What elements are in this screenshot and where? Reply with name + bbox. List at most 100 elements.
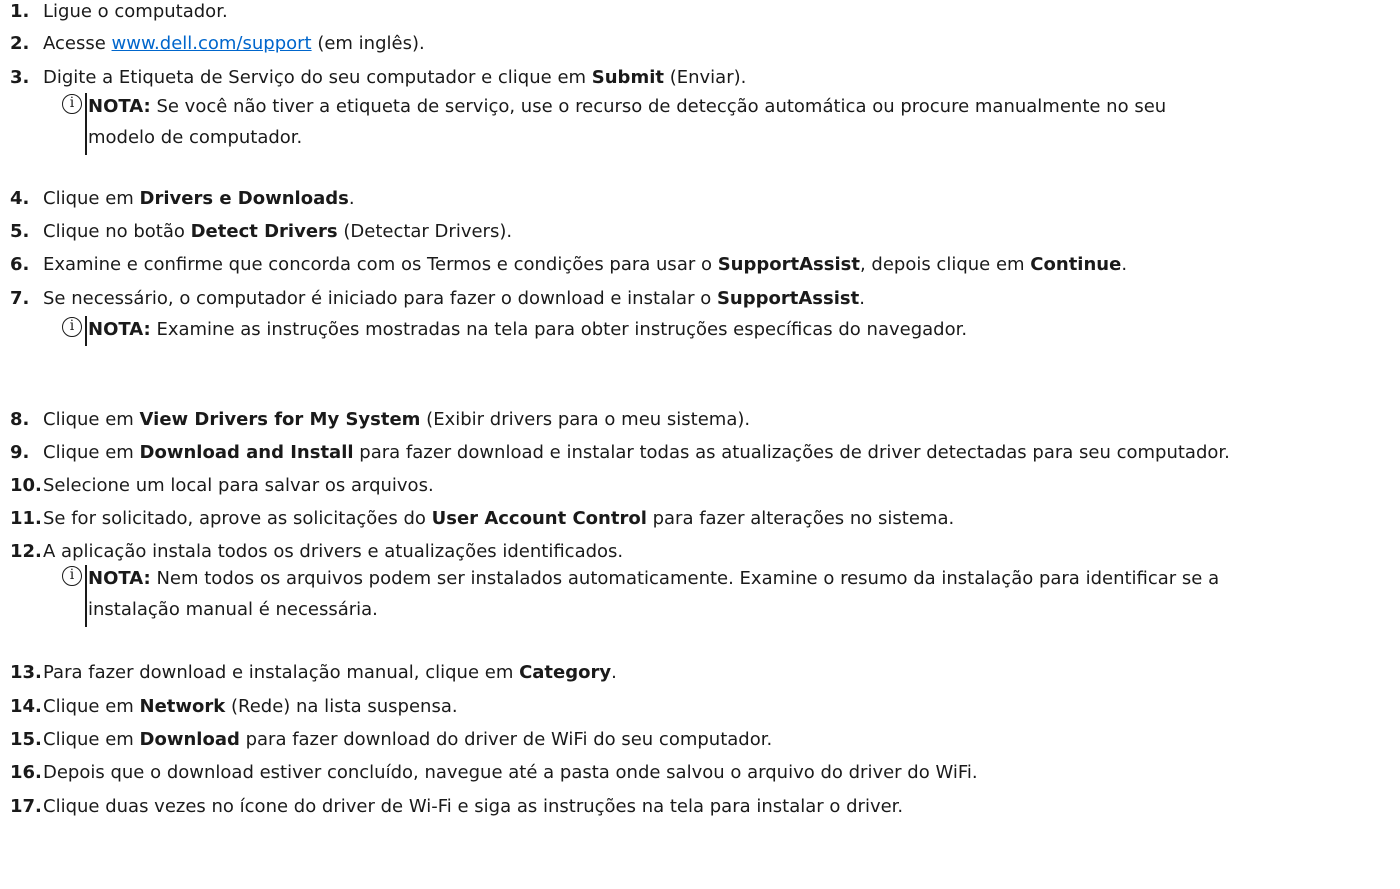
step-item: 14.Clique em Network (Rede) na lista sus…	[10, 695, 458, 719]
step-number: 10.	[10, 475, 42, 496]
step-item: 7. Se necessário, o computador é iniciado…	[10, 287, 865, 311]
step-text: Depois que o download estiver concluído,…	[43, 762, 978, 783]
document-page: 1. Ligue o computador. 2. Acesse www.dell.c…	[0, 0, 1400, 889]
step-item: 1. Ligue o computador.	[10, 0, 228, 24]
step-text: .	[1121, 254, 1128, 275]
step-number: 6.	[10, 254, 30, 275]
step-emphasis: Continue	[1030, 254, 1122, 275]
step-emphasis: Network	[139, 696, 226, 717]
step-number: 8.	[10, 409, 30, 430]
step-text: Examine e confirme que concorda com os T…	[43, 254, 718, 275]
note-line: modelo de computador.	[88, 122, 1378, 153]
note-label: NOTA:	[88, 319, 151, 340]
step-item: 15.Clique em Download para fazer downloa…	[10, 728, 772, 752]
step-emphasis: Drivers e Downloads	[139, 188, 349, 209]
step-text: Clique no botão	[43, 221, 191, 242]
step-text: Clique em	[43, 442, 140, 463]
step-emphasis: Submit	[591, 67, 664, 88]
step-text: (Detectar Drivers).	[337, 221, 513, 242]
step-text: Para fazer download e instalação manual,…	[43, 662, 520, 683]
note-line: instalação manual é necessária.	[88, 594, 1378, 625]
step-text: .	[348, 188, 355, 209]
note-box: i NOTA: Nem todos os arquivos podem ser i…	[62, 563, 1378, 627]
step-item: 8. Clique em View Drivers for My System (…	[10, 408, 750, 432]
step-number: 4.	[10, 188, 30, 209]
step-text: Clique em	[43, 729, 140, 750]
step-item: 5. Clique no botão Detect Drivers (Detect…	[10, 220, 512, 244]
step-number: 17.	[10, 796, 42, 817]
step-emphasis: View Drivers for My System	[139, 409, 421, 430]
step-number: 2.	[10, 33, 30, 54]
step-emphasis: SupportAssist	[717, 254, 860, 275]
step-item: 17.Clique duas vezes no ícone do driver …	[10, 795, 903, 819]
note-text: modelo de computador.	[88, 127, 303, 148]
step-text: , depois clique em	[859, 254, 1031, 275]
step-number: 5.	[10, 221, 30, 242]
support-link[interactable]: www.dell.com/support	[112, 33, 312, 54]
step-text: Selecione um local para salvar os arquiv…	[43, 475, 434, 496]
note-text: Nem todos os arquivos podem ser instalad…	[156, 568, 1220, 589]
info-icon: i	[62, 566, 82, 586]
step-item: 16.Depois que o download estiver concluí…	[10, 761, 978, 785]
step-emphasis: SupportAssist	[716, 288, 860, 309]
step-text: (Enviar).	[663, 67, 747, 88]
step-number: 13.	[10, 662, 42, 683]
note-text: instalação manual é necessária.	[88, 599, 378, 620]
step-emphasis: Category	[519, 662, 612, 683]
step-text: Clique em	[43, 409, 140, 430]
step-text: Clique em	[43, 696, 140, 717]
step-number: 1.	[10, 1, 30, 22]
step-text: Ligue o computador.	[43, 1, 228, 22]
step-item: 6. Examine e confirme que concorda com os…	[10, 253, 1127, 277]
step-number: 11.	[10, 508, 42, 529]
step-emphasis: Detect Drivers	[190, 221, 338, 242]
step-item: 3. Digite a Etiqueta de Serviço do seu co…	[10, 66, 746, 90]
note-divider	[85, 316, 87, 346]
step-text: Clique em	[43, 188, 140, 209]
step-text: A aplicação instala todos os drivers e a…	[43, 541, 624, 562]
step-number: 15.	[10, 729, 42, 750]
step-text: Acesse	[43, 33, 112, 54]
step-text: Clique duas vezes no ícone do driver de …	[43, 796, 904, 817]
step-number: 16.	[10, 762, 42, 783]
note-label: NOTA:	[88, 568, 151, 589]
step-emphasis: Download	[139, 729, 240, 750]
step-number: 12.	[10, 541, 42, 562]
note-box: i NOTA: Se você não tiver a etiqueta de s…	[62, 91, 1378, 155]
step-text: Se for solicitado, aprove as solicitaçõe…	[43, 508, 432, 529]
note-label: NOTA:	[88, 96, 151, 117]
step-emphasis: Download and Install	[139, 442, 354, 463]
note-box: i NOTA: Examine as instruções mostradas n…	[62, 314, 1378, 346]
step-number: 9.	[10, 442, 30, 463]
step-number: 14.	[10, 696, 42, 717]
note-line: NOTA: Nem todos os arquivos podem ser in…	[88, 563, 1378, 594]
step-item: 12.A aplicação instala todos os drivers …	[10, 540, 623, 564]
step-text: Digite a Etiqueta de Serviço do seu comp…	[43, 67, 592, 88]
step-text: para fazer alterações no sistema.	[646, 508, 955, 529]
step-text: (em inglês).	[311, 33, 425, 54]
step-text: para fazer download do driver de WiFi do…	[239, 729, 773, 750]
info-icon: i	[62, 94, 82, 114]
step-emphasis: User Account Control	[431, 508, 647, 529]
step-text: .	[859, 288, 865, 309]
info-icon: i	[62, 317, 82, 337]
step-item: 10.Selecione um local para salvar os arq…	[10, 474, 434, 498]
step-text: para fazer download e instalar todas as …	[353, 442, 1230, 463]
step-item: 9. Clique em Download and Install para fa…	[10, 441, 1230, 465]
note-text: Se você não tiver a etiqueta de serviço,…	[156, 96, 1167, 117]
note-divider	[85, 93, 87, 155]
step-number: 3.	[10, 67, 30, 88]
step-text: (Exibir drivers para o meu sistema).	[420, 409, 751, 430]
step-item: 2. Acesse www.dell.com/support (em inglês…	[10, 32, 425, 56]
step-item: 13.Para fazer download e instalação manu…	[10, 661, 617, 685]
step-item: 4. Clique em Drivers e Downloads.	[10, 187, 355, 211]
note-divider	[85, 565, 87, 627]
note-text: Examine as instruções mostradas na tela …	[156, 319, 968, 340]
note-line: NOTA: Se você não tiver a etiqueta de se…	[88, 91, 1378, 122]
step-text: Se necessário, o computador é iniciado p…	[43, 288, 717, 309]
step-number: 7.	[10, 288, 30, 309]
note-line: NOTA: Examine as instruções mostradas na…	[88, 314, 1378, 345]
step-text: (Rede) na lista suspensa.	[225, 696, 458, 717]
step-item: 11.Se for solicitado, aprove as solicita…	[10, 507, 954, 531]
step-text: .	[611, 662, 617, 683]
